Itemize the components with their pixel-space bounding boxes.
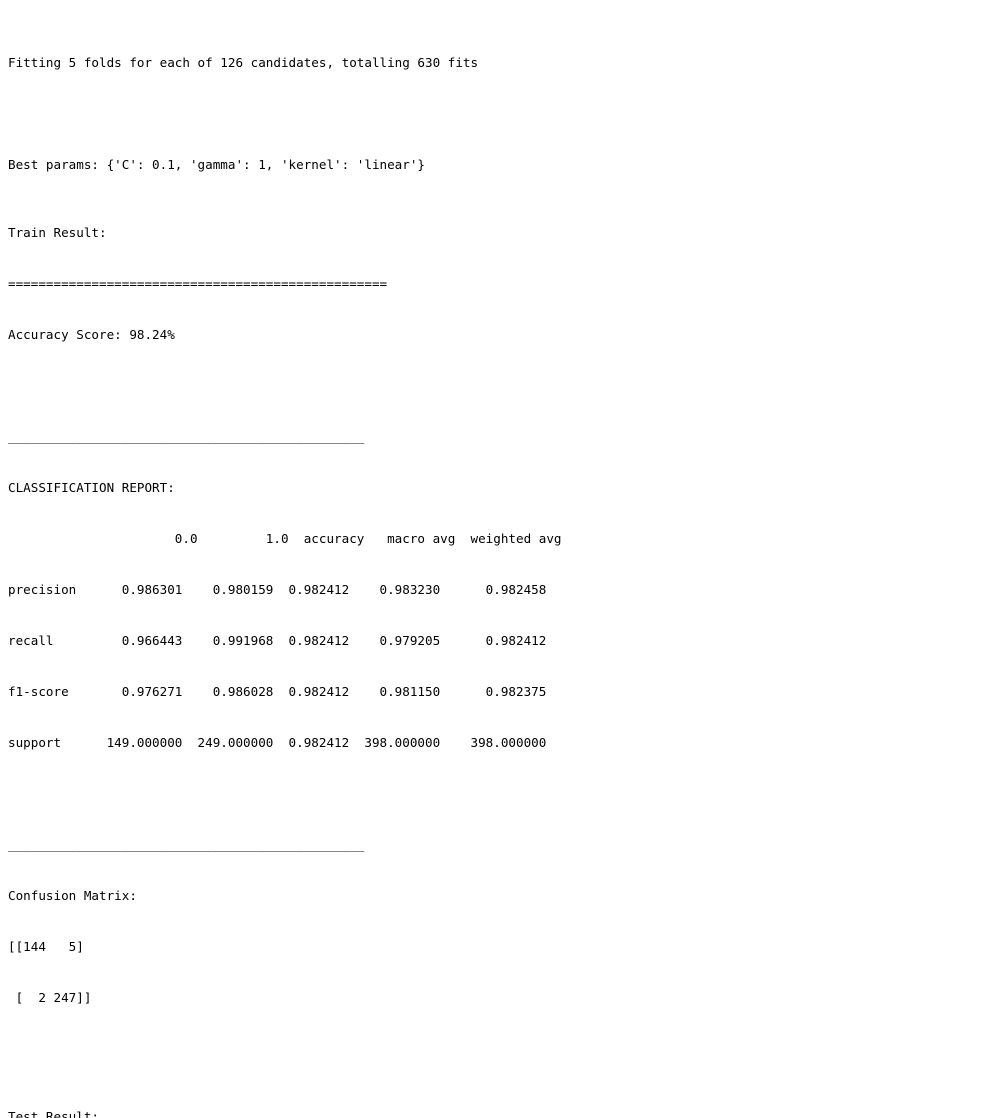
best-params-line: Best params: {'C': 0.1, 'gamma': 1, 'ker…	[8, 157, 426, 172]
train-confusion-matrix-title: Confusion Matrix:	[8, 888, 137, 903]
train-confusion-matrix-row: [ 2 247]]	[8, 990, 92, 1005]
test-result-header: Test Result:	[8, 1109, 99, 1118]
train-equals-rule: ========================================…	[8, 276, 388, 291]
train-report-header-row: 0.0 1.0 accuracy macro avg weighted avg	[8, 531, 562, 546]
fitting-progress-line: Fitting 5 folds for each of 126 candidat…	[8, 55, 479, 70]
train-report-row-recall: recall 0.966443 0.991968 0.982412 0.9792…	[8, 633, 547, 648]
train-accuracy-score: Accuracy Score: 98.24%	[8, 327, 175, 342]
console-output: Fitting 5 folds for each of 126 candidat…	[8, 3, 562, 1118]
train-report-row-f1-score: f1-score 0.976271 0.986028 0.982412 0.98…	[8, 684, 547, 699]
train-confusion-matrix-row: [[144 5]	[8, 939, 84, 954]
train-classification-report-title: CLASSIFICATION REPORT:	[8, 480, 175, 495]
train-dash-rule: ________________________________________…	[8, 429, 365, 444]
train-result-header: Train Result:	[8, 225, 107, 240]
train-report-row-precision: precision 0.986301 0.980159 0.982412 0.9…	[8, 582, 547, 597]
train-confusion-dash-rule: ________________________________________…	[8, 837, 365, 852]
train-report-row-support: support 149.000000 249.000000 0.982412 3…	[8, 735, 547, 750]
